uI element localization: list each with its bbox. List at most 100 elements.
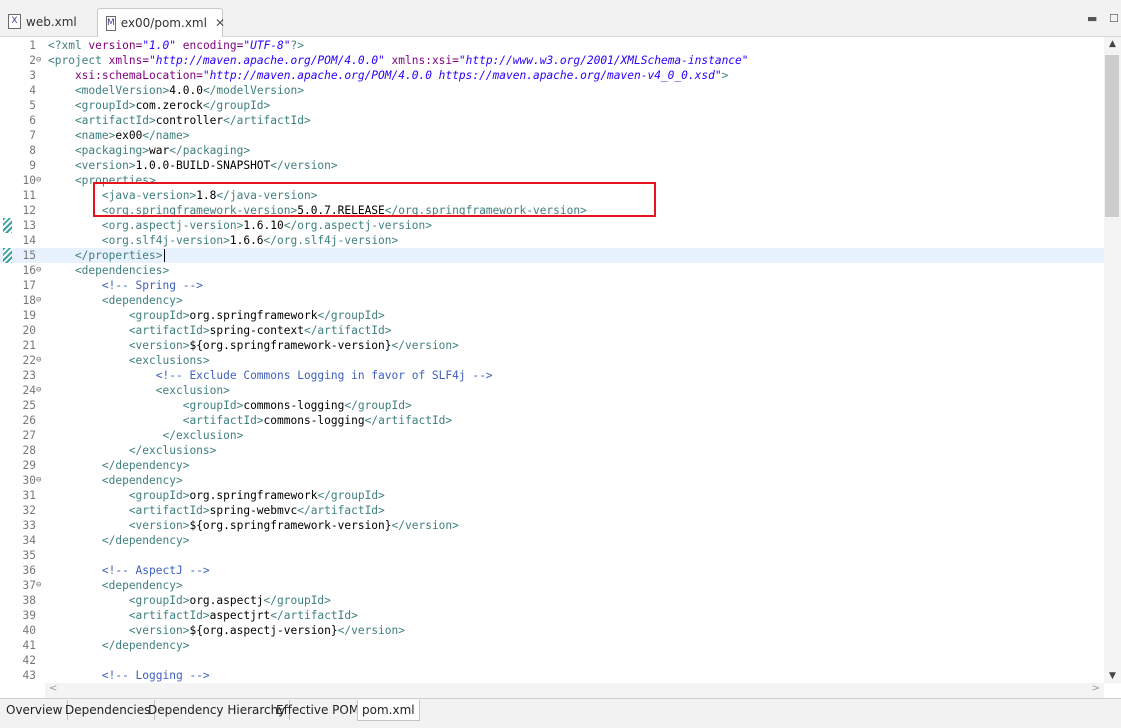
code-token: <groupId> <box>48 399 244 412</box>
fold-toggle-icon[interactable]: ⊖ <box>36 473 45 488</box>
code-line[interactable]: 38 <groupId>org.aspectj</groupId> <box>0 593 1104 608</box>
code-token: <groupId> <box>48 489 190 502</box>
code-token: <project <box>48 54 109 67</box>
code-line[interactable]: 33 <version>${org.springframework-versio… <box>0 518 1104 533</box>
fold-toggle-icon[interactable]: ⊖ <box>36 293 45 308</box>
code-token: </dependency> <box>48 459 190 472</box>
code-text: <version>${org.aspectj-version}</version… <box>48 623 405 638</box>
code-line[interactable]: 16 ⊖ <dependencies> <box>0 263 1104 278</box>
code-token: </artifactId> <box>297 504 385 517</box>
code-text: xsi:schemaLocation="http://maven.apache.… <box>48 68 728 83</box>
code-line[interactable]: 2 ⊖ <project xmlns="http://maven.apache.or… <box>0 53 1104 68</box>
fold-toggle-icon[interactable]: ⊖ <box>36 383 45 398</box>
code-text: <dependencies> <box>48 263 169 278</box>
code-line[interactable]: 7 <name>ex00</name> <box>0 128 1104 143</box>
code-line[interactable]: 43 <!-- Logging --> <box>0 668 1104 683</box>
code-text: <artifactId>aspectjrt</artifactId> <box>48 608 358 623</box>
vertical-scrollbar[interactable]: ▲ ▼ <box>1104 37 1121 683</box>
tab-effective-pom[interactable]: Effective POM <box>272 700 365 720</box>
tab-web-xml[interactable]: X web.xml <box>0 8 92 35</box>
horizontal-scrollbar[interactable]: < > <box>45 683 1104 698</box>
code-token: > <box>721 69 729 82</box>
code-line[interactable]: 22 ⊖ <exclusions> <box>0 353 1104 368</box>
code-token: </packaging> <box>169 144 251 157</box>
maven-file-icon: M <box>106 15 116 31</box>
code-line[interactable]: 6 <artifactId>controller</artifactId> <box>0 113 1104 128</box>
code-line[interactable]: 5 <groupId>com.zerock</groupId> <box>0 98 1104 113</box>
fold-toggle-icon[interactable]: ⊖ <box>36 53 45 68</box>
code-line[interactable]: 36 <!-- AspectJ --> <box>0 563 1104 578</box>
line-number: 15 <box>22 249 36 262</box>
code-line[interactable]: 40 <version>${org.aspectj-version}</vers… <box>0 623 1104 638</box>
fold-toggle-icon[interactable]: ⊖ <box>36 578 45 593</box>
code-line[interactable]: 25 <groupId>commons-logging</groupId> <box>0 398 1104 413</box>
fold-toggle-icon[interactable]: ⊖ <box>36 263 45 278</box>
code-token: <artifactId> <box>48 324 210 337</box>
tab-overview[interactable]: Overview <box>2 700 68 720</box>
scroll-left-icon[interactable]: < <box>49 683 57 694</box>
code-text: <groupId>com.zerock</groupId> <box>48 98 270 113</box>
code-token: <org.slf4j-version> <box>48 234 230 247</box>
fold-toggle-icon[interactable]: ⊖ <box>36 173 45 188</box>
line-number: 23 <box>22 369 36 382</box>
line-number: 6 <box>29 114 36 127</box>
code-token: commons-logging <box>243 399 345 412</box>
scroll-up-icon[interactable]: ▲ <box>1104 39 1121 49</box>
scroll-right-icon[interactable]: > <box>1092 683 1100 694</box>
code-line[interactable]: 8 <packaging>war</packaging> <box>0 143 1104 158</box>
code-line[interactable]: 34 </dependency> <box>0 533 1104 548</box>
minimize-icon[interactable]: ▬ <box>1087 12 1097 25</box>
xml-source-editor[interactable]: 1 <?xml version="1.0" encoding="UTF-8"?> 2… <box>0 37 1104 683</box>
code-line[interactable]: 26 <artifactId>commons-logging</artifact… <box>0 413 1104 428</box>
tab-dependencies[interactable]: Dependencies <box>61 700 156 720</box>
code-line[interactable]: 35 <box>0 548 1104 563</box>
code-line[interactable]: 29 </dependency> <box>0 458 1104 473</box>
code-line[interactable]: 9 <version>1.0.0-BUILD-SNAPSHOT</version… <box>0 158 1104 173</box>
text-cursor: ​ <box>163 249 165 262</box>
code-line[interactable]: 17 <!-- Spring --> <box>0 278 1104 293</box>
code-line[interactable]: 1 <?xml version="1.0" encoding="UTF-8"?> <box>0 38 1104 53</box>
code-line[interactable]: 31 <groupId>org.springframework</groupId… <box>0 488 1104 503</box>
line-number: 42 <box>22 654 36 667</box>
line-number: 7 <box>29 129 36 142</box>
code-token: </groupId> <box>263 594 331 607</box>
code-line[interactable]: 3 xsi:schemaLocation="http://maven.apach… <box>0 68 1104 83</box>
code-line[interactable]: 41 </dependency> <box>0 638 1104 653</box>
code-line[interactable]: 15 </properties>​ <box>0 248 1104 263</box>
code-line[interactable]: 37 ⊖ <dependency> <box>0 578 1104 593</box>
code-line[interactable]: 14 <org.slf4j-version>1.6.6</org.slf4j-v… <box>0 233 1104 248</box>
code-line[interactable]: 24 ⊖ <exclusion> <box>0 383 1104 398</box>
maximize-icon[interactable]: ☐ <box>1109 12 1119 25</box>
tab-pom-xml[interactable]: M ex00/pom.xml ✕ <box>97 8 225 37</box>
code-text: </properties>​ <box>48 248 165 263</box>
code-text: <groupId>org.springframework</groupId> <box>48 308 385 323</box>
code-token: 4.0.0 <box>169 84 203 97</box>
code-line[interactable]: 42 <box>0 653 1104 668</box>
code-token: 1.0.0-BUILD-SNAPSHOT <box>135 159 271 172</box>
line-number: 27 <box>22 429 36 442</box>
code-line[interactable]: 27 </exclusion> <box>0 428 1104 443</box>
fold-toggle-icon[interactable]: ⊖ <box>36 353 45 368</box>
code-line[interactable]: 28 </exclusions> <box>0 443 1104 458</box>
line-number: 29 <box>22 459 36 472</box>
code-text: <version>${org.springframework-version}<… <box>48 338 459 353</box>
code-line[interactable]: 13 <org.aspectj-version>1.6.10</org.aspe… <box>0 218 1104 233</box>
code-token: </version> <box>391 339 459 352</box>
code-line[interactable]: 30 ⊖ <dependency> <box>0 473 1104 488</box>
code-line[interactable]: 39 <artifactId>aspectjrt</artifactId> <box>0 608 1104 623</box>
scroll-thumb[interactable] <box>1105 55 1119 217</box>
tab-pom-xml-source[interactable]: pom.xml <box>357 700 420 721</box>
code-line[interactable]: 19 <groupId>org.springframework</groupId… <box>0 308 1104 323</box>
scroll-down-icon[interactable]: ▼ <box>1104 671 1121 681</box>
close-icon[interactable]: ✕ <box>215 16 225 30</box>
code-token: <exclusion> <box>48 384 230 397</box>
code-token: <dependency> <box>48 294 183 307</box>
code-token: spring-context <box>209 324 304 337</box>
code-line[interactable]: 23 <!-- Exclude Commons Logging in favor… <box>0 368 1104 383</box>
code-line[interactable]: 18 ⊖ <dependency> <box>0 293 1104 308</box>
code-line[interactable]: 21 <version>${org.springframework-versio… <box>0 338 1104 353</box>
tab-dependency-hierarchy[interactable]: Dependency Hierarchy <box>144 700 291 720</box>
code-line[interactable]: 20 <artifactId>spring-context</artifactI… <box>0 323 1104 338</box>
code-line[interactable]: 32 <artifactId>spring-webmvc</artifactId… <box>0 503 1104 518</box>
code-line[interactable]: 4 <modelVersion>4.0.0</modelVersion> <box>0 83 1104 98</box>
